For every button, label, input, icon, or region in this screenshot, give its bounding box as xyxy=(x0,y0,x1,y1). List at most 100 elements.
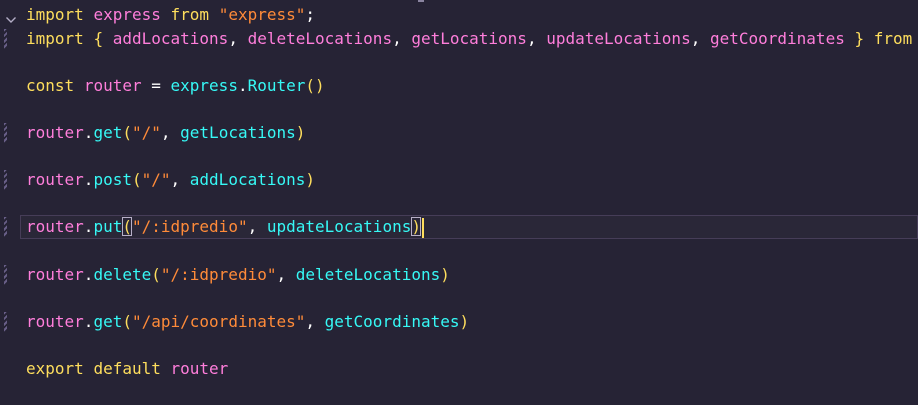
code-token: updateLocations xyxy=(546,28,691,48)
modified-line-marker xyxy=(4,123,7,143)
code-token: ) xyxy=(440,264,450,284)
code-text: router.post("/", addLocations) xyxy=(26,168,315,192)
code-token: router xyxy=(83,75,142,95)
code-token: ( xyxy=(151,264,161,284)
code-token: getCoordinates xyxy=(709,28,845,48)
code-token: deleteLocations xyxy=(247,28,393,48)
code-token: from xyxy=(873,28,913,48)
code-token: router xyxy=(170,359,229,378)
code-token: ) xyxy=(305,170,316,190)
code-token: const xyxy=(26,75,75,95)
code-token: . xyxy=(83,123,94,142)
code-token: , xyxy=(690,28,710,48)
code-token: ( xyxy=(131,170,142,190)
code-token: , xyxy=(392,28,412,48)
code-token: deleteLocations xyxy=(295,264,441,284)
code-line[interactable]: router.get("/api/coordinates", getCoordi… xyxy=(0,310,918,334)
code-token: ) xyxy=(459,311,470,331)
code-token: , xyxy=(247,217,267,237)
modified-line-marker xyxy=(4,264,7,285)
code-line[interactable] xyxy=(0,145,918,169)
code-line[interactable]: const router = express.Router() xyxy=(0,74,918,98)
code-token: , xyxy=(526,28,547,48)
matched-bracket: ( xyxy=(122,217,132,237)
code-text: import { addLocations, deleteLocations, … xyxy=(26,27,912,51)
code-token: "/:idpredio" xyxy=(131,217,248,237)
text-cursor xyxy=(421,217,424,238)
code-token: express xyxy=(93,5,161,24)
code-token: "/" xyxy=(141,170,171,190)
code-token: put xyxy=(93,217,123,237)
code-token: from xyxy=(170,5,210,24)
code-token: () xyxy=(305,75,325,95)
code-text: router.get("/api/coordinates", getCoordi… xyxy=(26,310,469,334)
code-token: export xyxy=(26,359,84,378)
code-token: delete xyxy=(93,264,152,284)
code-line[interactable] xyxy=(0,333,918,357)
code-token: updateLocations xyxy=(266,217,412,237)
code-token: getLocations xyxy=(180,123,296,142)
code-text: export default router xyxy=(26,357,228,381)
code-token: , xyxy=(160,123,181,142)
code-token: get xyxy=(93,311,123,331)
code-line[interactable] xyxy=(0,50,918,74)
code-line[interactable] xyxy=(0,239,918,263)
code-token: post xyxy=(93,170,132,190)
code-line[interactable]: router.post("/", addLocations) xyxy=(0,168,918,192)
code-token: default xyxy=(93,359,161,378)
code-token: "/:idpredio" xyxy=(160,264,277,284)
code-token: import xyxy=(26,5,84,24)
code-line[interactable] xyxy=(0,286,918,310)
modified-line-marker xyxy=(4,311,7,332)
code-token: addLocations xyxy=(112,28,229,48)
code-line[interactable]: import express from "express"; xyxy=(0,3,918,27)
code-token: { xyxy=(93,28,104,48)
code-token: . xyxy=(83,170,94,190)
code-token: "/api/coordinates" xyxy=(131,311,306,331)
code-text: import express from "express"; xyxy=(26,3,315,27)
code-token: ( xyxy=(122,311,132,331)
code-token: router xyxy=(26,217,84,237)
code-token: . xyxy=(83,264,94,284)
code-token: router xyxy=(26,123,84,142)
code-token: = xyxy=(141,75,171,95)
modified-line-marker xyxy=(4,170,7,191)
code-token: addLocations xyxy=(189,170,306,190)
code-token: , xyxy=(170,170,190,190)
code-line[interactable]: router.get("/", getLocations) xyxy=(0,121,918,145)
code-line[interactable] xyxy=(0,97,918,121)
chevron-down-icon[interactable] xyxy=(4,10,18,24)
code-token: getLocations xyxy=(411,28,527,48)
code-token: ; xyxy=(305,5,316,24)
code-token: , xyxy=(276,264,296,284)
code-line[interactable] xyxy=(0,192,918,216)
code-token: , xyxy=(228,28,248,48)
code-token: router xyxy=(26,264,84,284)
code-token: "express" xyxy=(218,5,306,24)
code-text: const router = express.Router() xyxy=(26,74,325,98)
code-token: router xyxy=(26,311,84,331)
code-token: getCoordinates xyxy=(324,311,460,331)
code-token: . xyxy=(83,311,94,331)
code-token: . xyxy=(83,217,94,237)
scroll-fragment xyxy=(418,0,424,2)
code-line[interactable]: router.put("/:idpredio", updateLocations… xyxy=(4,215,918,240)
code-line[interactable]: import { addLocations, deleteLocations, … xyxy=(0,27,918,51)
code-token: ( xyxy=(122,123,132,142)
code-token: router xyxy=(26,170,84,190)
code-line[interactable]: router.delete("/:idpredio", deleteLocati… xyxy=(0,263,918,287)
modified-line-marker xyxy=(4,217,7,238)
code-editor[interactable]: import express from "express"; import { a… xyxy=(0,0,918,405)
code-token: express xyxy=(170,75,238,95)
code-token: import xyxy=(26,28,84,48)
code-token: get xyxy=(93,123,123,142)
code-line[interactable]: export default router xyxy=(0,357,918,381)
